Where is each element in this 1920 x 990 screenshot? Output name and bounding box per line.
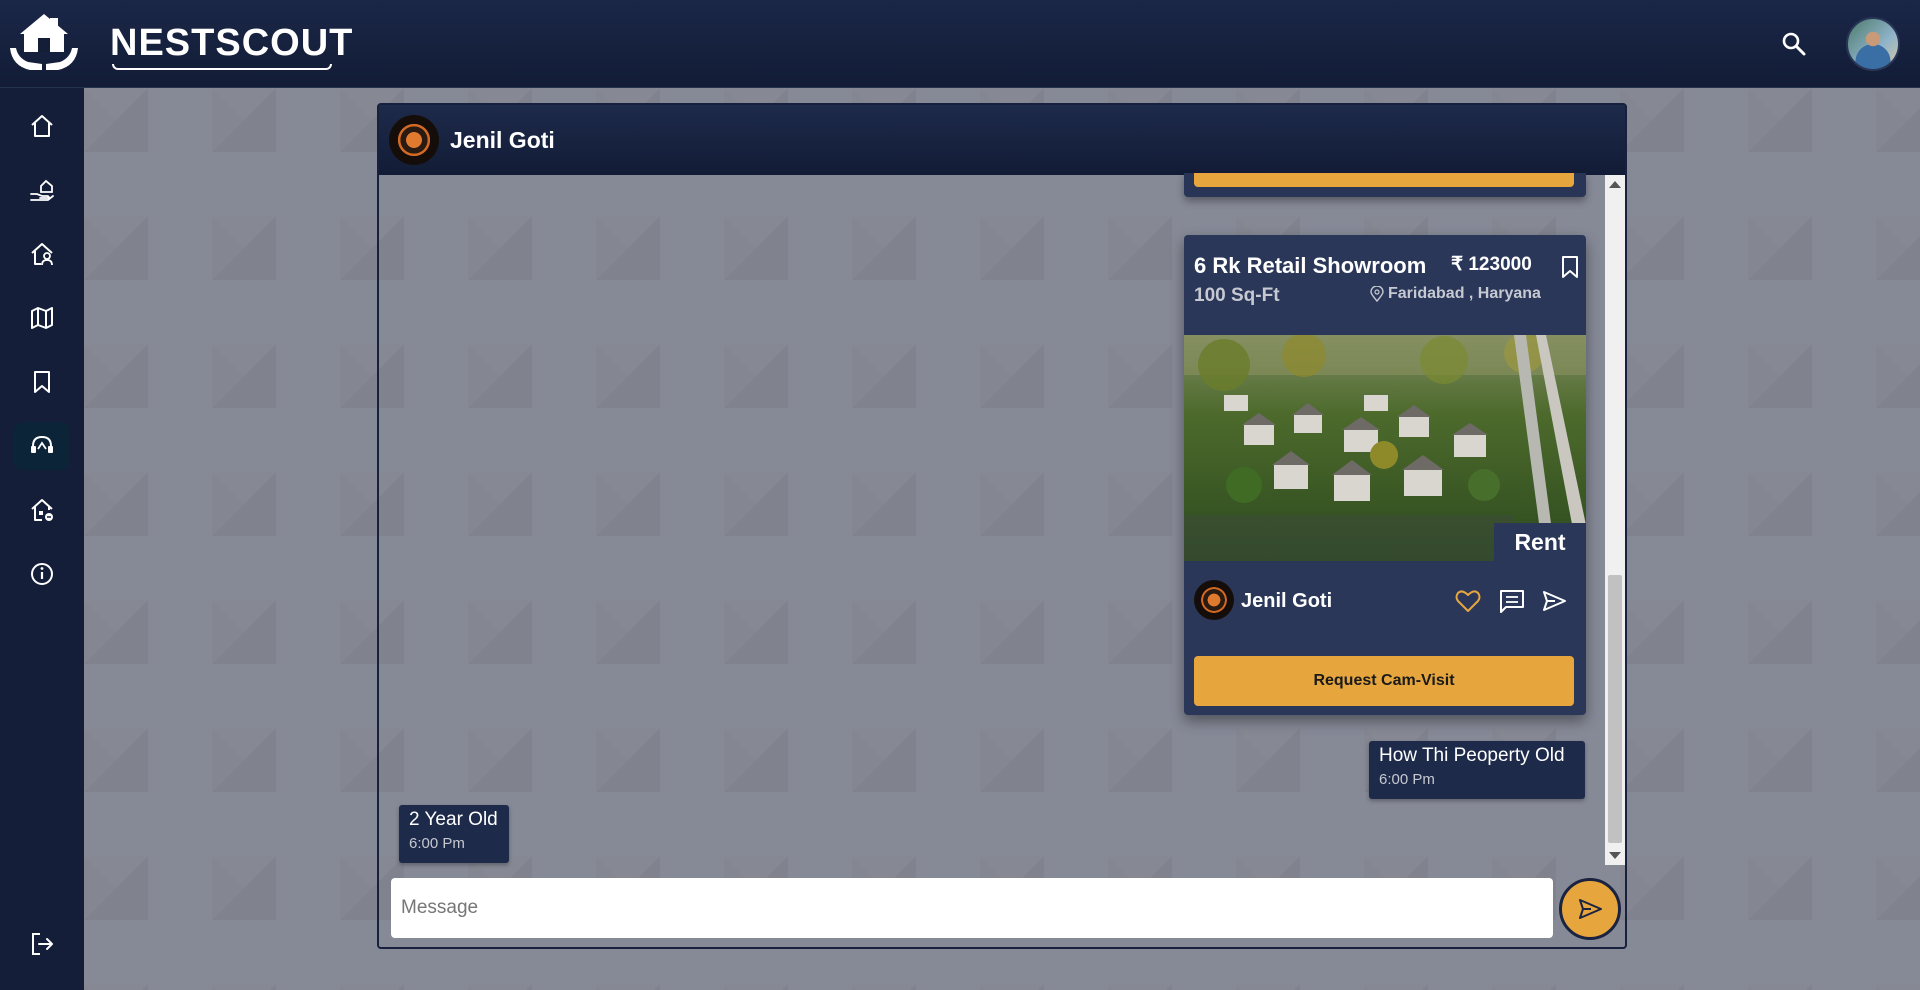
share-icon[interactable]	[1540, 587, 1568, 615]
contact-name: Jenil Goti	[450, 127, 555, 153]
chat-scrollbar[interactable]	[1605, 175, 1625, 865]
contact-avatar[interactable]	[389, 115, 439, 165]
previous-property-card	[1184, 173, 1586, 197]
sidebar-item-profile[interactable]	[14, 230, 70, 278]
info-icon	[31, 563, 53, 585]
sidebar-item-about[interactable]	[14, 550, 70, 598]
sidebar	[0, 88, 84, 990]
hand-home-icon	[30, 179, 54, 201]
logout-icon	[32, 933, 53, 955]
sidebar-item-home[interactable]	[14, 102, 70, 150]
property-area: 100 Sq-Ft	[1194, 285, 1280, 306]
chat-panel: Jenil Goti 6 Rk Retail Showroom 100 Sq-F…	[377, 103, 1627, 949]
bookmark-icon[interactable]	[1559, 254, 1581, 280]
map-icon	[31, 307, 53, 329]
like-icon[interactable]	[1454, 587, 1482, 615]
logo-icon[interactable]	[6, 8, 82, 76]
home-settings-icon	[31, 499, 53, 521]
user-avatar[interactable]	[1846, 17, 1900, 71]
location-text: Faridabad , Haryana	[1388, 285, 1541, 302]
home-icon	[31, 115, 53, 137]
home-user-icon	[31, 243, 53, 266]
sidebar-item-listings[interactable]	[14, 166, 70, 214]
message-bubble-received: 2 Year Old 6:00 Pm	[399, 805, 509, 863]
top-navbar: NESTSCOUT	[0, 0, 1920, 88]
message-bubble-sent: How Thi Peoperty Old 6:00 Pm	[1369, 741, 1585, 799]
sidebar-item-manage[interactable]	[14, 486, 70, 534]
sidebar-item-chat[interactable]	[14, 422, 70, 470]
scroll-up-arrow[interactable]	[1609, 181, 1621, 188]
send-button[interactable]	[1559, 878, 1621, 940]
chat-header: Jenil Goti	[379, 105, 1625, 175]
owner-name: Jenil Goti	[1241, 590, 1333, 612]
sidebar-item-saved[interactable]	[14, 358, 70, 406]
request-cam-visit-button[interactable]: Request Cam-Visit	[1194, 656, 1574, 706]
scroll-thumb[interactable]	[1608, 575, 1622, 843]
message-text: How Thi Peoperty Old	[1379, 745, 1565, 766]
scroll-down-arrow[interactable]	[1609, 852, 1621, 859]
property-card[interactable]: 6 Rk Retail Showroom 100 Sq-Ft ₹ 123000 …	[1184, 235, 1586, 715]
message-time: 6:00 Pm	[1379, 771, 1435, 788]
bookmark-icon	[34, 371, 50, 393]
search-icon[interactable]	[1780, 30, 1808, 58]
location-pin-icon	[1370, 286, 1384, 302]
support-chat-icon	[31, 435, 53, 453]
send-icon	[1579, 899, 1602, 919]
listing-type-badge: Rent	[1494, 523, 1586, 561]
sidebar-item-map[interactable]	[14, 294, 70, 342]
previous-cam-visit-button[interactable]	[1194, 173, 1574, 187]
message-text: 2 Year Old	[409, 809, 498, 830]
property-location: Faridabad , Haryana	[1370, 285, 1541, 303]
property-image[interactable]: Rent	[1184, 335, 1586, 561]
sidebar-item-logout[interactable]	[14, 920, 70, 968]
property-price: ₹ 123000	[1451, 254, 1532, 275]
message-time: 6:00 Pm	[409, 835, 465, 852]
owner-avatar[interactable]	[1194, 580, 1234, 620]
brand-name: NESTSCOUT	[110, 22, 354, 64]
property-title: 6 Rk Retail Showroom	[1194, 253, 1427, 278]
comment-icon[interactable]	[1498, 587, 1526, 615]
message-input[interactable]	[391, 878, 1553, 938]
brand-underline	[112, 64, 332, 70]
